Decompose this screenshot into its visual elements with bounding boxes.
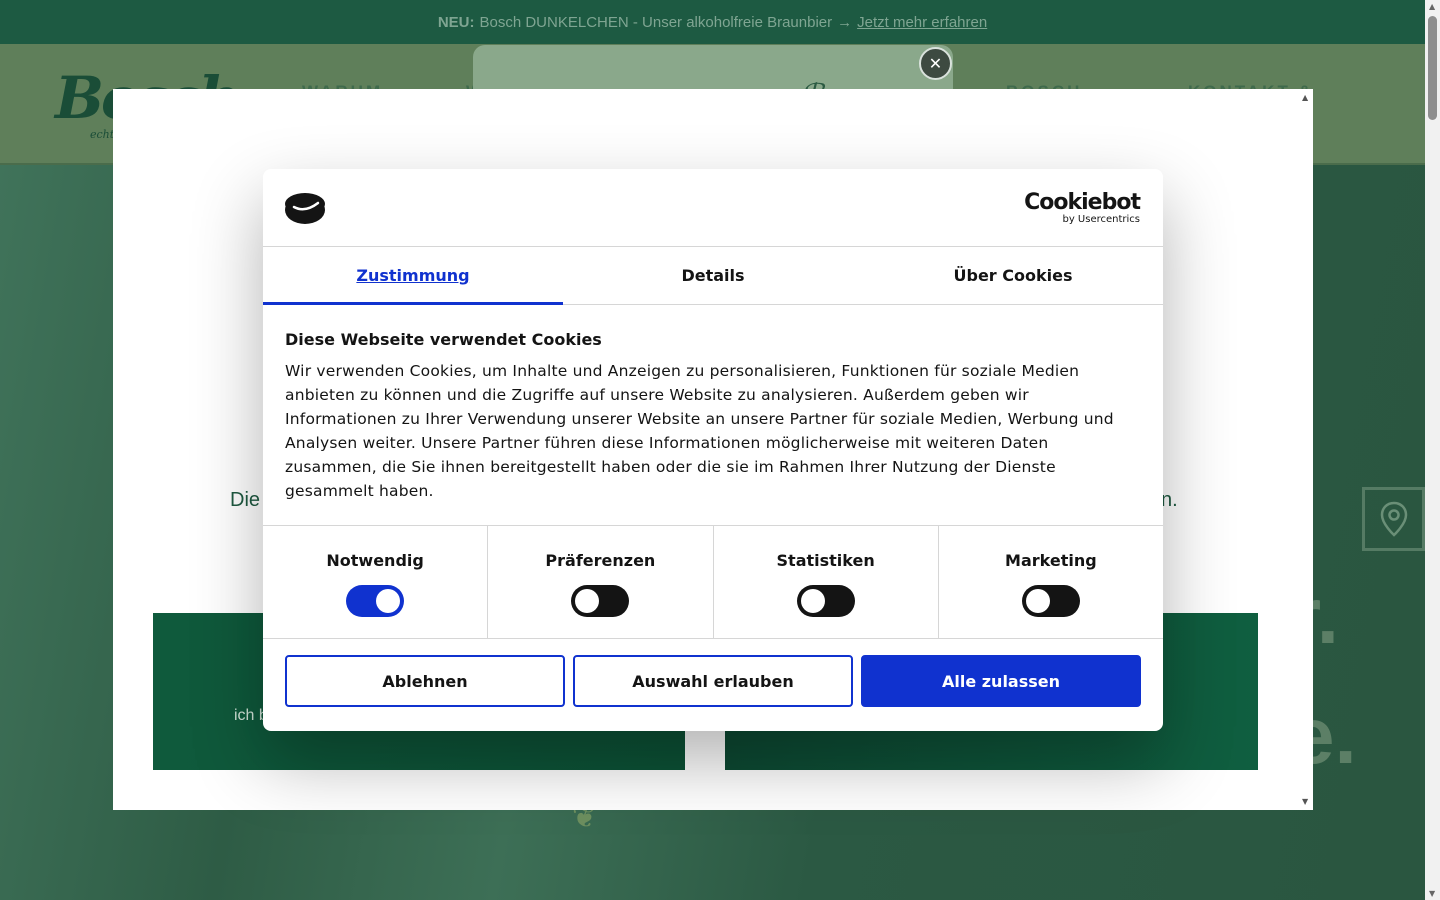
- category-label: Statistiken: [776, 551, 875, 570]
- scroll-down-icon[interactable]: ▼: [1302, 797, 1308, 806]
- tab-ueber-cookies[interactable]: Über Cookies: [863, 247, 1163, 304]
- category-label: Notwendig: [326, 551, 424, 570]
- announcement-bar: NEU: Bosch DUNKELCHEN - Unser alkoholfre…: [0, 0, 1425, 44]
- cookie-categories: Notwendig Präferenzen Statistiken Market…: [263, 526, 1163, 639]
- cookie-text: Wir verwenden Cookies, um Inhalte und An…: [285, 362, 1114, 500]
- tab-label: Zustimmung: [356, 266, 470, 285]
- announcement-badge: NEU:: [437, 13, 475, 31]
- announcement-link[interactable]: Jetzt mehr erfahren: [857, 14, 987, 31]
- popup-scrollbar[interactable]: ▲ ▼: [1301, 93, 1311, 806]
- scrollbar-thumb[interactable]: [1428, 16, 1437, 120]
- site-logo-subtitle: echt: [90, 128, 115, 141]
- toggle-statistiken[interactable]: [796, 585, 855, 617]
- age-gate-tagline: Die: [230, 489, 261, 511]
- cookie-consent-dialog: Cookiebot by Usercentrics Zustimmung Det…: [263, 169, 1163, 731]
- cookiebot-wordmark: Cookiebot: [1024, 190, 1141, 215]
- scroll-up-icon[interactable]: ▲: [1302, 93, 1308, 102]
- cookie-title: Diese Webseite verwendet Cookies: [285, 330, 602, 349]
- toggle-praeferenzen[interactable]: [571, 585, 630, 617]
- category-praeferenzen: Präferenzen: [488, 526, 714, 638]
- category-statistiken: Statistiken: [714, 526, 939, 638]
- arrow-right-icon: →: [837, 13, 853, 31]
- category-marketing: Marketing: [939, 526, 1163, 638]
- tab-label: Details: [681, 266, 745, 285]
- tab-zustimmung[interactable]: Zustimmung: [263, 247, 563, 305]
- cookiebot-brand[interactable]: Cookiebot by Usercentrics: [1024, 190, 1141, 226]
- category-label: Präferenzen: [545, 551, 656, 570]
- page-scrollbar[interactable]: ▲ ▼: [1425, 0, 1440, 900]
- scroll-up-icon[interactable]: ▲: [1429, 2, 1435, 11]
- close-icon[interactable]: ✕: [919, 47, 952, 80]
- cookiebot-byline: by Usercentrics: [1062, 214, 1140, 225]
- store-locator-button[interactable]: [1362, 487, 1425, 551]
- announcement-text: Bosch DUNKELCHEN - Unser alkoholfreie Br…: [479, 13, 833, 31]
- toggle-marketing[interactable]: [1021, 585, 1080, 617]
- deny-button[interactable]: Ablehnen: [285, 655, 565, 707]
- tab-label: Über Cookies: [953, 266, 1073, 285]
- allow-all-button[interactable]: Alle zulassen: [861, 655, 1141, 707]
- cookie-logo-icon: [285, 193, 325, 224]
- allow-selection-button[interactable]: Auswahl erlauben: [573, 655, 853, 707]
- scroll-down-icon[interactable]: ▼: [1429, 889, 1435, 898]
- location-pin-icon: [1380, 501, 1407, 537]
- cookie-dialog-header: Cookiebot by Usercentrics: [263, 169, 1163, 247]
- tab-details[interactable]: Details: [563, 247, 863, 304]
- age-gate-tagline-end: n.: [1161, 489, 1178, 511]
- toggle-notwendig[interactable]: [346, 585, 405, 617]
- cookie-description: Diese Webseite verwendet Cookies Wir ver…: [263, 305, 1163, 526]
- category-notwendig: Notwendig: [263, 526, 489, 638]
- cookie-tabs: Zustimmung Details Über Cookies: [263, 247, 1163, 305]
- cookie-actions: Ablehnen Auswahl erlauben Alle zulassen: [263, 639, 1163, 723]
- category-label: Marketing: [1005, 551, 1097, 570]
